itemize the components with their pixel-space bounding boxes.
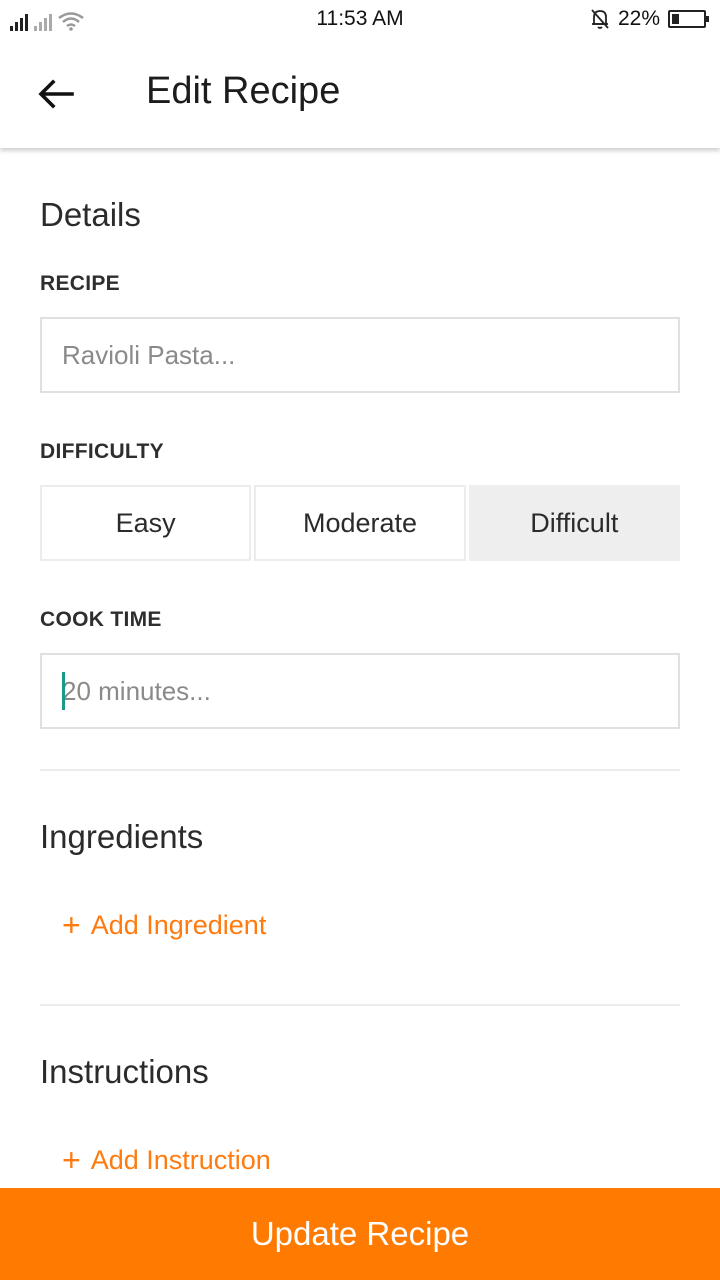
difficulty-option-difficult[interactable]: Difficult — [468, 485, 680, 561]
status-icons-left — [10, 7, 84, 31]
ingredients-section-title: Ingredients — [40, 818, 204, 855]
difficulty-label: DIFFICULTY — [40, 440, 164, 463]
cook-time-input[interactable] — [40, 653, 680, 729]
plus-icon: + — [62, 1142, 81, 1178]
recipe-label: RECIPE — [40, 272, 120, 295]
add-ingredient-label: Add Ingredient — [90, 909, 267, 940]
app-bar: Edit Recipe — [0, 38, 720, 148]
page-title: Edit Recipe — [146, 70, 341, 112]
section-divider — [40, 769, 680, 771]
update-recipe-button[interactable]: Update Recipe — [0, 1188, 720, 1280]
instructions-section-title: Instructions — [40, 1053, 209, 1090]
recipe-name-input[interactable] — [40, 317, 680, 393]
plus-icon: + — [62, 907, 81, 943]
back-button[interactable] — [34, 74, 78, 114]
wifi-icon — [58, 12, 84, 31]
battery-icon — [668, 10, 709, 28]
difficulty-option-easy[interactable]: Easy — [40, 485, 252, 561]
status-bar: 11:53 AM 22% — [0, 0, 720, 38]
details-section-title: Details — [40, 196, 141, 233]
bell-off-icon — [591, 9, 609, 29]
difficulty-selector: Easy Moderate Difficult — [40, 485, 680, 561]
status-icons-right: 22% — [590, 7, 709, 31]
signal-icon — [10, 13, 28, 31]
section-divider — [40, 1004, 680, 1006]
battery-percent: 22% — [617, 7, 660, 30]
battery-level — [672, 14, 679, 24]
signal-icon — [34, 13, 52, 31]
add-ingredient-button[interactable]: + Add Ingredient — [62, 909, 266, 941]
add-instruction-label: Add Instruction — [90, 1144, 271, 1175]
difficulty-option-moderate[interactable]: Moderate — [254, 485, 466, 561]
text-cursor — [62, 672, 65, 710]
arrow-left-icon — [38, 79, 74, 109]
cook-time-label: COOK TIME — [40, 608, 162, 631]
add-instruction-button[interactable]: + Add Instruction — [62, 1144, 271, 1176]
